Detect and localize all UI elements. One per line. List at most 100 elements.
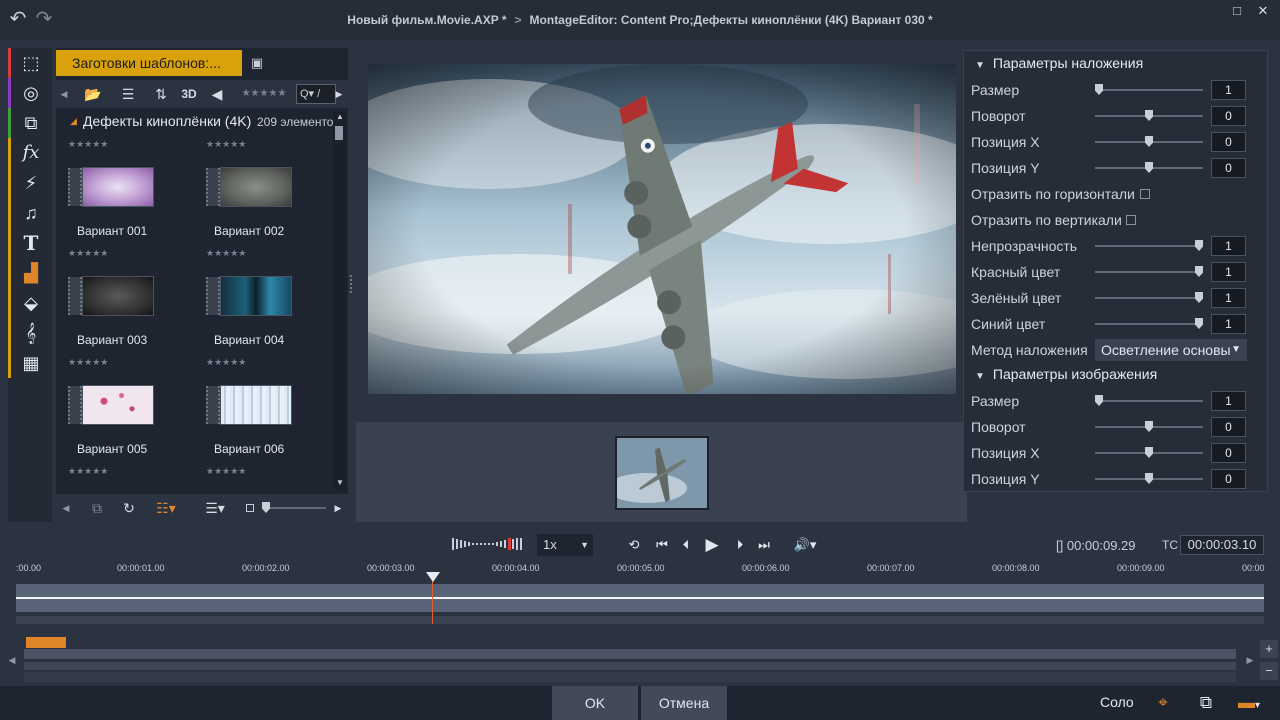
category-montage[interactable]: ▟ <box>8 258 52 288</box>
tile-rating[interactable]: ★★★★★ <box>206 139 246 150</box>
category-transitions[interactable]: ⚡ <box>8 168 52 198</box>
overlay-size-slider[interactable] <box>1095 89 1203 91</box>
timecode-field[interactable]: 00:00:03.10 <box>1180 535 1264 555</box>
category-disc[interactable]: ◎ <box>8 78 52 108</box>
collapse-triangle-icon[interactable]: ◢ <box>70 117 78 126</box>
keyframe-track[interactable] <box>24 649 1236 659</box>
toolbar-scroll-right-icon[interactable]: ▶ <box>332 82 346 106</box>
image-size-slider[interactable] <box>1095 400 1203 402</box>
opacity-value[interactable]: 1 <box>1211 236 1246 256</box>
external-preview-icon[interactable]: ⧉ <box>1194 692 1218 714</box>
zoom-in-icon[interactable]: + <box>1260 640 1278 658</box>
lower-scroll-left-icon[interactable]: ◀ <box>6 650 18 670</box>
blue-slider[interactable] <box>1095 323 1203 325</box>
refresh-icon[interactable]: ↻ <box>118 497 140 519</box>
category-stock[interactable]: 𝄞 <box>8 318 52 348</box>
green-slider[interactable] <box>1095 297 1203 299</box>
scroll-down-icon[interactable]: ▼ <box>334 478 346 490</box>
flip-vertical-checkbox[interactable] <box>1126 215 1136 225</box>
category-media[interactable]: ⧉ <box>8 108 52 138</box>
image-size-value[interactable]: 1 <box>1211 391 1246 411</box>
tile-size-slider[interactable] <box>262 507 326 509</box>
cancel-button[interactable]: Отмена <box>641 686 727 720</box>
bottom-scroll-left-icon[interactable]: ◀ <box>58 497 74 519</box>
tile-rating[interactable]: ★★★★★ <box>68 466 108 477</box>
blend-mode-select[interactable]: Осветление основы ▼ <box>1095 339 1247 361</box>
category-filmstrip[interactable]: ▦ <box>8 348 52 378</box>
3d-filter-button[interactable]: 3D <box>178 82 200 106</box>
restore-window-icon[interactable]: □ <box>1226 2 1248 20</box>
tile-rating[interactable]: ★★★★★ <box>68 357 108 368</box>
video-preview[interactable] <box>368 64 956 394</box>
opacity-slider[interactable] <box>1095 245 1203 247</box>
image-posx-value[interactable]: 0 <box>1211 443 1246 463</box>
category-music[interactable]: ♫ <box>8 198 52 228</box>
details-view-icon[interactable]: ☰▾ <box>198 497 232 519</box>
red-slider[interactable] <box>1095 271 1203 273</box>
keyframe-clip[interactable] <box>26 637 66 648</box>
green-value[interactable]: 1 <box>1211 288 1246 308</box>
flip-horizontal-checkbox[interactable] <box>1140 189 1150 199</box>
red-value[interactable]: 1 <box>1211 262 1246 282</box>
rating-filter[interactable]: ★★★★★ <box>238 82 290 106</box>
overlay-posx-value[interactable]: 0 <box>1211 132 1246 152</box>
sort-icon[interactable]: ⇅ <box>148 82 174 106</box>
template-tile-001[interactable]: Вариант 001 ★★★★★ <box>62 162 190 266</box>
category-layers[interactable]: ⬙ <box>8 288 52 318</box>
blue-value[interactable]: 1 <box>1211 314 1246 334</box>
timeline-scrollbar[interactable] <box>16 616 1264 624</box>
step-back-icon[interactable]: ⏴ <box>676 535 696 555</box>
bottom-scroll-right-icon[interactable]: ▶ <box>330 497 346 519</box>
category-effects[interactable]: fx <box>8 138 52 168</box>
lower-scroll-right-icon[interactable]: ▶ <box>1244 650 1256 670</box>
overlay-section-header[interactable]: ▼ Параметры наложения <box>975 53 1143 73</box>
template-tile-004[interactable]: Вариант 004 ★★★★★ <box>200 271 328 375</box>
template-tile-005[interactable]: Вариант 005 ★★★★★ <box>62 380 190 484</box>
target-icon[interactable]: ⌖ <box>1150 692 1176 714</box>
folder-icon[interactable]: 📂 <box>82 82 104 106</box>
scroll-up-icon[interactable]: ▲ <box>334 112 346 124</box>
panel-splitter[interactable] <box>350 275 354 293</box>
tile-rating[interactable]: ★★★★★ <box>206 466 246 477</box>
library-scroll-thumb[interactable] <box>335 126 343 140</box>
library-search-input[interactable]: Q▾ / <box>296 84 336 104</box>
playhead-line[interactable] <box>432 576 433 624</box>
zoom-small-icon[interactable] <box>246 504 254 512</box>
keyframe-track[interactable] <box>24 672 1236 682</box>
overlay-rotation-value[interactable]: 0 <box>1211 106 1246 126</box>
tile-rating[interactable]: ★★★★★ <box>206 357 246 368</box>
template-tile-002[interactable]: Вариант 002 ★★★★★ <box>200 162 328 266</box>
template-tile-006[interactable]: Вариант 006 ★★★★★ <box>200 380 328 484</box>
category-titles[interactable]: T <box>8 228 52 258</box>
playback-speed-select[interactable]: 1x ▼ <box>537 534 593 556</box>
template-tile-003[interactable]: Вариант 003 ★★★★★ <box>62 271 190 375</box>
shuttle-jog-control[interactable] <box>452 538 532 550</box>
toolbar-scroll-left-icon[interactable]: ◀ <box>56 82 72 106</box>
library-scrollbar[interactable] <box>333 112 347 490</box>
image-rotation-value[interactable]: 0 <box>1211 417 1246 437</box>
copy-icon[interactable]: ⧉ <box>86 497 108 519</box>
pin-icon[interactable]: ▣ <box>246 52 268 74</box>
zoom-out-icon[interactable]: − <box>1260 662 1278 680</box>
tag-icon[interactable]: ◀ <box>206 82 228 106</box>
go-to-start-icon[interactable]: ⏮ <box>652 535 672 555</box>
image-section-header[interactable]: ▼ Параметры изображения <box>975 364 1157 384</box>
image-posy-value[interactable]: 0 <box>1211 469 1246 489</box>
step-forward-icon[interactable]: ⏵ <box>730 535 750 555</box>
frame-thumbnail[interactable] <box>615 436 709 510</box>
list-view-icon[interactable]: ☰ <box>116 82 140 106</box>
overlay-posy-value[interactable]: 0 <box>1211 158 1246 178</box>
grid-view-icon[interactable]: ☷▾ <box>150 497 182 519</box>
go-to-end-icon[interactable]: ⏭ <box>754 535 774 555</box>
volume-icon[interactable]: 🔊▾ <box>790 535 820 555</box>
play-icon[interactable]: ▶ <box>702 535 722 555</box>
color-swatch-icon[interactable]: ▬▾ <box>1230 692 1268 714</box>
tile-rating[interactable]: ★★★★★ <box>68 248 108 259</box>
tile-rating[interactable]: ★★★★★ <box>206 248 246 259</box>
tile-rating[interactable]: ★★★★★ <box>68 139 108 150</box>
overlay-size-value[interactable]: 1 <box>1211 80 1246 100</box>
keyframe-track[interactable] <box>24 662 1236 670</box>
close-icon[interactable]: ✕ <box>1252 2 1274 20</box>
category-packages[interactable]: ⬚ <box>8 48 52 78</box>
loop-icon[interactable]: ⟲ <box>624 535 644 555</box>
